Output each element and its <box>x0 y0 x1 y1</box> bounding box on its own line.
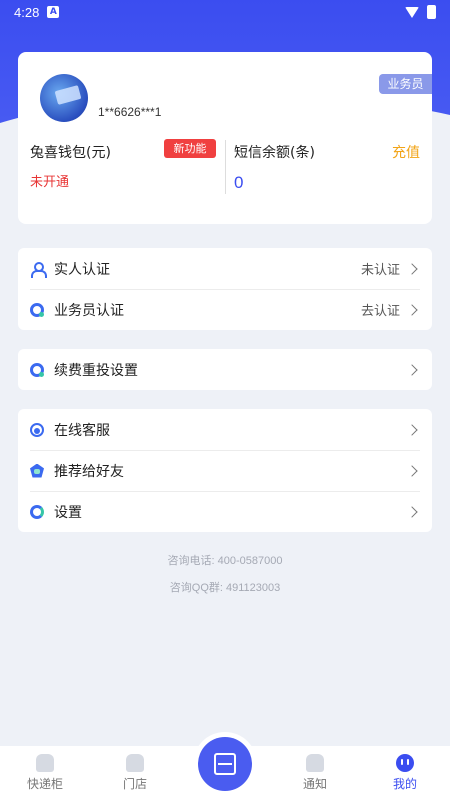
chevron-right-icon <box>406 303 418 316</box>
customer-service-icon <box>30 422 44 437</box>
store-icon <box>126 754 144 772</box>
row-label: 在线客服 <box>54 422 110 439</box>
row-label: 实人认证 <box>54 261 110 278</box>
person-icon <box>30 261 47 278</box>
profile-card: 1**6626***1 业务员 兔喜钱包(元) 新功能 未开通 短信余额(条) … <box>18 52 432 224</box>
chevron-right-icon <box>406 262 418 275</box>
real-name-verification-row[interactable]: 实人认证 未认证 <box>18 248 432 289</box>
row-value: 去认证 <box>360 304 400 319</box>
wifi-icon <box>405 6 419 18</box>
tab-store[interactable]: 门店 <box>90 746 180 800</box>
misc-card: 在线客服 推荐给好友 设置 <box>18 409 432 532</box>
status-bar: 4:28 A <box>0 0 450 24</box>
role-badge: 业务员 <box>379 74 432 94</box>
user-phone: 1**6626***1 <box>98 105 162 119</box>
settings-row[interactable]: 设置 <box>18 491 432 532</box>
avatar[interactable] <box>40 74 88 122</box>
tab-notifications[interactable]: 通知 <box>270 746 360 800</box>
customer-service-row[interactable]: 在线客服 <box>18 409 432 450</box>
row-label: 业务员认证 <box>54 302 124 319</box>
chevron-right-icon <box>406 505 418 518</box>
bell-icon <box>306 754 324 772</box>
chevron-right-icon <box>406 464 418 477</box>
wallet-status: 未开通 <box>30 175 70 190</box>
section-divider <box>225 140 226 194</box>
tab-label: 门店 <box>122 777 147 791</box>
renewal-settings-row[interactable]: 续费重投设置 <box>18 349 432 390</box>
row-value: 未认证 <box>360 263 400 278</box>
profile-face-icon <box>396 754 414 772</box>
contact-qq: 咨询QQ群: 491123003 <box>169 582 281 594</box>
salesman-verification-row[interactable]: 业务员认证 去认证 <box>18 289 432 330</box>
chevron-right-icon <box>406 423 418 436</box>
scan-button[interactable] <box>198 737 252 791</box>
tab-lockers[interactable]: 快递柜 <box>0 746 90 800</box>
new-feature-badge: 新功能 <box>164 139 216 158</box>
renewal-icon <box>30 362 44 377</box>
tab-label: 我的 <box>392 777 417 791</box>
notification-icon: A <box>47 6 60 18</box>
tab-mine[interactable]: 我的 <box>360 746 450 800</box>
settings-icon <box>30 504 44 519</box>
row-label: 推荐给好友 <box>54 463 124 480</box>
recommend-friend-row[interactable]: 推荐给好友 <box>18 450 432 491</box>
row-label: 续费重投设置 <box>54 362 138 379</box>
tab-label: 快递柜 <box>26 777 63 791</box>
verification-card: 实人认证 未认证 业务员认证 去认证 <box>18 248 432 330</box>
share-icon <box>30 463 44 478</box>
contact-phone: 咨询电话: 400-0587000 <box>167 555 283 567</box>
verify-icon <box>30 302 44 317</box>
sms-balance-section: 短信余额(条) 充值 0 <box>234 142 420 193</box>
renewal-card: 续费重投设置 <box>18 349 432 390</box>
sms-balance-value: 0 <box>234 173 244 192</box>
row-label: 设置 <box>54 504 82 521</box>
status-right <box>405 5 436 19</box>
battery-icon <box>427 5 436 19</box>
locker-icon <box>36 754 54 772</box>
chevron-right-icon <box>406 363 418 376</box>
wallet-section[interactable]: 兔喜钱包(元) 新功能 未开通 <box>30 139 218 190</box>
recharge-button[interactable]: 充值 <box>392 142 420 162</box>
scan-line <box>218 763 232 765</box>
status-time: 4:28 <box>14 4 40 20</box>
tab-label: 通知 <box>302 777 327 791</box>
